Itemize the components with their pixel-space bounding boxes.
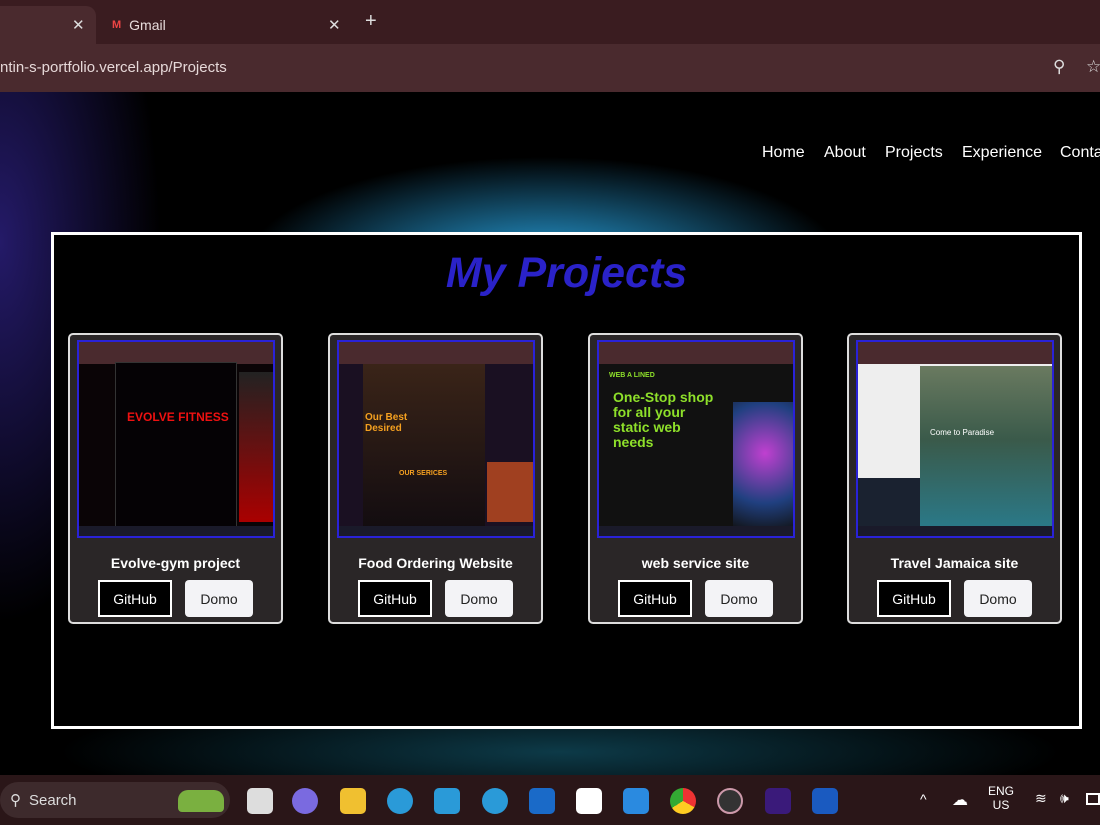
project-name: Evolve-gym project bbox=[110, 555, 241, 571]
wifi-icon[interactable]: ≋ bbox=[1035, 790, 1047, 807]
thumbnail-subtext: OUR SERICES bbox=[399, 470, 448, 477]
close-tab-icon[interactable]: ✕ bbox=[72, 16, 85, 34]
help-icon[interactable] bbox=[482, 788, 508, 814]
search-label: Search bbox=[29, 791, 77, 809]
myhp-icon[interactable] bbox=[434, 788, 460, 814]
task-view-icon[interactable] bbox=[247, 788, 273, 814]
project-card: EVOLVE FITNESS Evolve-gym project GitHub… bbox=[68, 333, 283, 624]
file-explorer-icon[interactable] bbox=[340, 788, 366, 814]
bookmark-star-icon[interactable]: ☆ bbox=[1086, 57, 1100, 77]
clipchamp-icon[interactable] bbox=[765, 788, 791, 814]
outlook-icon[interactable] bbox=[529, 788, 555, 814]
store-icon[interactable] bbox=[576, 788, 602, 814]
word-icon[interactable] bbox=[812, 788, 838, 814]
nav-contact[interactable]: Conta bbox=[1060, 144, 1100, 162]
battery-icon[interactable] bbox=[1086, 793, 1100, 805]
project-name: Food Ordering Website bbox=[358, 555, 513, 571]
media-player-icon[interactable] bbox=[717, 788, 743, 814]
close-tab-icon[interactable]: ✕ bbox=[328, 16, 341, 34]
gmail-icon: M bbox=[112, 19, 122, 31]
github-button[interactable]: GitHub bbox=[358, 580, 432, 617]
github-button[interactable]: GitHub bbox=[877, 580, 951, 617]
vscode-icon[interactable] bbox=[623, 788, 649, 814]
edge-icon[interactable] bbox=[387, 788, 413, 814]
thumbnail-text: One-Stop shop for all your static web ne… bbox=[613, 389, 714, 450]
project-thumbnail: Our Best Desired OUR SERICES bbox=[337, 340, 535, 538]
demo-button[interactable]: Domo bbox=[964, 580, 1032, 617]
show-hidden-icons-chevron[interactable]: ^ bbox=[920, 791, 927, 807]
language-indicator[interactable]: ENG US bbox=[988, 784, 1014, 812]
github-button[interactable]: GitHub bbox=[618, 580, 692, 617]
nav-projects[interactable]: Projects bbox=[885, 144, 943, 162]
project-thumbnail: EVOLVE FITNESS bbox=[77, 340, 275, 538]
zoom-icon[interactable]: ⚲ bbox=[1053, 57, 1065, 77]
browser-tab-bar: ✕ M Gmail ✕ + bbox=[0, 0, 1100, 44]
language-code: ENG bbox=[988, 784, 1015, 798]
teams-icon[interactable] bbox=[292, 788, 318, 814]
taskbar: ⚲ Search ^ ☁ ENG US ≋ 🕪 bbox=[0, 775, 1100, 825]
chrome-icon[interactable] bbox=[670, 788, 696, 814]
section-title: My Projects bbox=[445, 249, 688, 297]
tab-active[interactable]: ✕ bbox=[0, 6, 96, 44]
search-icon: ⚲ bbox=[10, 792, 21, 809]
github-button[interactable]: GitHub bbox=[98, 580, 172, 617]
thumbnail-subtext: WEB A LINED bbox=[609, 372, 655, 379]
project-name: Travel Jamaica site bbox=[890, 555, 1019, 571]
onedrive-icon[interactable]: ☁ bbox=[952, 790, 968, 810]
nav-home[interactable]: Home bbox=[762, 144, 805, 162]
thumbnail-text: Our Best Desired bbox=[365, 412, 408, 434]
demo-button[interactable]: Domo bbox=[445, 580, 513, 617]
portfolio-page: Home About Projects Experience Conta My … bbox=[0, 92, 1100, 775]
region-code: US bbox=[992, 798, 1010, 812]
thumbnail-text: Come to Paradise bbox=[930, 428, 995, 437]
project-thumbnail: WEB A LINED One-Stop shop for all your s… bbox=[597, 340, 795, 538]
project-card: Come to Paradise Travel Jamaica site Git… bbox=[847, 333, 1062, 624]
tab-label: Gmail bbox=[129, 17, 166, 33]
project-card: WEB A LINED One-Stop shop for all your s… bbox=[588, 333, 803, 624]
thumbnail-text: EVOLVE FITNESS bbox=[127, 410, 229, 424]
volume-icon[interactable]: 🕪 bbox=[1060, 790, 1069, 807]
projects-section: My Projects EVOLVE FITNESS Evolve-gym pr… bbox=[51, 232, 1082, 729]
new-tab-icon[interactable]: + bbox=[365, 10, 377, 33]
project-name: web service site bbox=[641, 555, 750, 571]
demo-button[interactable]: Domo bbox=[705, 580, 773, 617]
tab-gmail[interactable]: M Gmail ✕ bbox=[112, 6, 352, 44]
project-card: Our Best Desired OUR SERICES Food Orderi… bbox=[328, 333, 543, 624]
project-thumbnail: Come to Paradise bbox=[856, 340, 1054, 538]
url-text[interactable]: ntin-s-portfolio.vercel.app/Projects bbox=[0, 59, 227, 76]
demo-button[interactable]: Domo bbox=[185, 580, 253, 617]
nav-experience[interactable]: Experience bbox=[962, 144, 1042, 162]
taskbar-search[interactable]: ⚲ Search bbox=[0, 782, 230, 818]
landscape-icon bbox=[178, 790, 224, 812]
nav-about[interactable]: About bbox=[824, 144, 866, 162]
